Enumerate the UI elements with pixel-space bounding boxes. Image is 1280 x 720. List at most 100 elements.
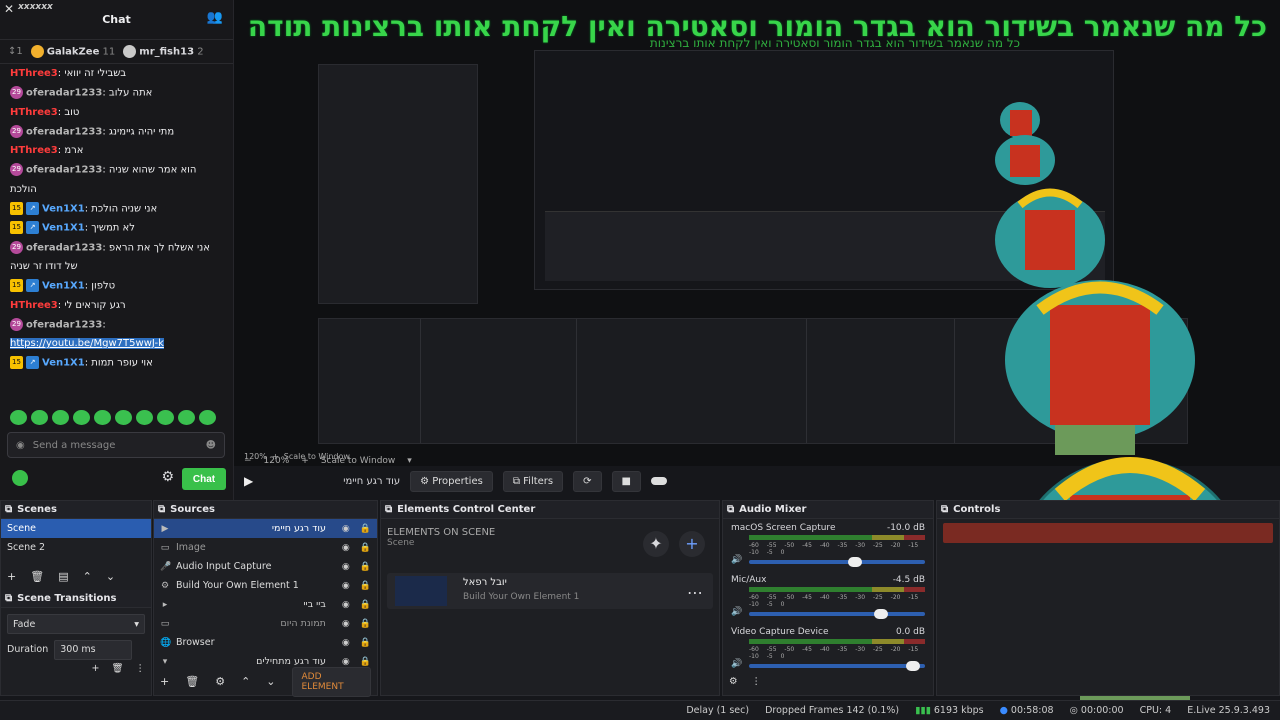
leader-1[interactable]: GalakZee 11	[30, 45, 115, 58]
chat-username[interactable]: Ven1X1	[42, 203, 85, 214]
add-icon[interactable]: +	[91, 663, 99, 674]
eye-icon[interactable]: ◉	[342, 562, 350, 572]
chat-username[interactable]: oferadar1233	[26, 242, 102, 253]
gear-icon[interactable]: ⚙	[215, 675, 225, 688]
close-icon[interactable]: ✕	[4, 2, 14, 16]
chat-username[interactable]: oferadar1233	[26, 88, 102, 99]
source-item[interactable]: 🎤 Audio Input Capture ◉ 🔒	[154, 557, 377, 576]
speaker-icon[interactable]: 🔊	[731, 659, 742, 669]
duration-input[interactable]: 300 ms	[54, 639, 133, 660]
chat-username[interactable]: oferadar1233	[26, 319, 102, 330]
chevron-down-icon[interactable]: ▾	[407, 456, 412, 466]
emote-icon[interactable]	[115, 410, 132, 425]
scene-item[interactable]: Scene	[1, 519, 151, 538]
eye-icon[interactable]: ◉	[342, 619, 350, 629]
magic-icon[interactable]: ✦	[643, 531, 669, 557]
chevron-up-icon[interactable]: ⌃	[241, 675, 250, 688]
eye-icon[interactable]: ◉	[342, 543, 350, 553]
source-item[interactable]: ▭ תמונת היום ◉ 🔒	[154, 614, 377, 633]
volume-slider[interactable]	[749, 557, 925, 567]
eye-icon[interactable]: ◉	[342, 524, 350, 534]
emoji-icon[interactable]: ☻	[206, 440, 216, 451]
volume-slider[interactable]	[749, 661, 925, 671]
toggle-switch[interactable]	[650, 477, 667, 485]
more-icon[interactable]: ⋮	[752, 676, 762, 687]
trash-icon[interactable]: 🗑	[111, 663, 123, 674]
chevron-down-icon[interactable]: ⌄	[106, 570, 115, 583]
lock-icon[interactable]: 🔒	[360, 600, 371, 610]
stop-button[interactable]: ■	[611, 470, 641, 492]
chevron-down-icon[interactable]: ⌄	[266, 675, 275, 688]
stream-button[interactable]	[943, 523, 1273, 543]
filters-button[interactable]: ⧉ Filters	[502, 470, 564, 492]
emote-icon[interactable]	[136, 410, 153, 425]
source-item[interactable]: 🌐 Browser ◉ 🔒	[154, 633, 377, 652]
add-element-button[interactable]: ADD ELEMENT	[291, 666, 371, 697]
emote-icon[interactable]	[94, 410, 111, 425]
leader-2[interactable]: mr_fish13 2	[123, 45, 204, 58]
lock-icon[interactable]: 🔒	[360, 657, 371, 667]
more-icon[interactable]: ⋯	[687, 583, 703, 602]
source-item[interactable]: ▸ ביי ביי ◉ 🔒	[154, 595, 377, 614]
volume-knob[interactable]	[873, 609, 888, 619]
eye-icon[interactable]: ◉	[342, 638, 350, 648]
zoom-level[interactable]: 120%	[264, 456, 290, 466]
emote-icon[interactable]	[52, 410, 69, 425]
chat-username[interactable]: HThree3	[10, 300, 58, 311]
eye-icon[interactable]: ◉	[342, 581, 350, 591]
chat-username[interactable]: Ven1X1	[42, 281, 85, 292]
source-item[interactable]: ▭ Image ◉ 🔒	[154, 538, 377, 557]
chevron-up-icon[interactable]: ⌃	[83, 570, 92, 583]
add-icon[interactable]: +	[7, 570, 16, 583]
lock-icon[interactable]: 🔒	[360, 619, 371, 629]
emote-icon[interactable]	[31, 410, 48, 425]
speaker-icon[interactable]: 🔊	[731, 555, 742, 565]
points-icon[interactable]	[12, 470, 28, 486]
add-icon[interactable]: +	[679, 531, 705, 557]
chat-link[interactable]: https://youtu.be/Mgw7T5wwJ-k	[10, 338, 164, 349]
eye-icon[interactable]: ◉	[342, 657, 350, 667]
chat-username[interactable]: Ven1X1	[42, 223, 85, 234]
element-card[interactable]: יובל רפאל Build Your Own Element 1 ⋯	[387, 573, 713, 609]
emote-icon[interactable]	[73, 410, 90, 425]
volume-knob[interactable]	[847, 557, 862, 567]
volume-knob[interactable]	[905, 661, 920, 671]
gear-icon[interactable]: ⚙	[729, 676, 738, 687]
more-icon[interactable]: ⋮	[136, 663, 146, 674]
speaker-icon[interactable]: 🔊	[731, 607, 742, 617]
source-item[interactable]: ⚙ Build Your Own Element 1 ◉ 🔒	[154, 576, 377, 595]
lock-icon[interactable]: 🔒	[360, 638, 371, 648]
scene-item[interactable]: Scene 2	[1, 538, 151, 557]
filter-icon[interactable]: ▤	[58, 570, 68, 583]
trash-icon[interactable]: 🗑	[30, 570, 44, 583]
emote-icon[interactable]	[10, 410, 27, 425]
transition-select[interactable]: Fade ▾	[7, 614, 145, 634]
chat-username[interactable]: Ven1X1	[42, 358, 85, 369]
chat-send-button[interactable]: Chat	[182, 468, 226, 490]
chat-username[interactable]: oferadar1233	[26, 165, 102, 176]
chat-username[interactable]: HThree3	[10, 68, 58, 79]
volume-slider[interactable]	[749, 609, 925, 619]
emote-icon[interactable]	[178, 410, 195, 425]
zoom-in-icon[interactable]: +	[301, 456, 309, 466]
eye-icon[interactable]: ◉	[342, 600, 350, 610]
lock-icon[interactable]: 🔒	[360, 562, 371, 572]
properties-button[interactable]: ⚙ Properties	[410, 470, 493, 492]
trash-icon[interactable]: 🗑	[185, 675, 199, 688]
chat-username[interactable]: HThree3	[10, 145, 58, 156]
emote-icon[interactable]	[199, 410, 216, 425]
refresh-button[interactable]: ⟳	[573, 470, 602, 492]
lock-icon[interactable]: 🔒	[360, 543, 371, 553]
scale-to-window[interactable]: Scale to Window	[321, 456, 395, 466]
add-icon[interactable]: +	[160, 675, 169, 688]
source-item[interactable]: ▶ עוד רגע חיימי ◉ 🔒	[154, 519, 377, 538]
lock-icon[interactable]: 🔒	[360, 581, 371, 591]
chat-username[interactable]: oferadar1233	[26, 126, 102, 137]
zoom-out-icon[interactable]: −	[244, 456, 252, 466]
gear-icon[interactable]: ⚙	[161, 469, 174, 485]
lock-icon[interactable]: 🔒	[360, 524, 371, 534]
emote-icon[interactable]	[157, 410, 174, 425]
play-icon[interactable]: ▶	[244, 474, 253, 488]
chat-input[interactable]: ◉ Send a message ☻	[7, 432, 225, 458]
chat-username[interactable]: HThree3	[10, 107, 58, 118]
